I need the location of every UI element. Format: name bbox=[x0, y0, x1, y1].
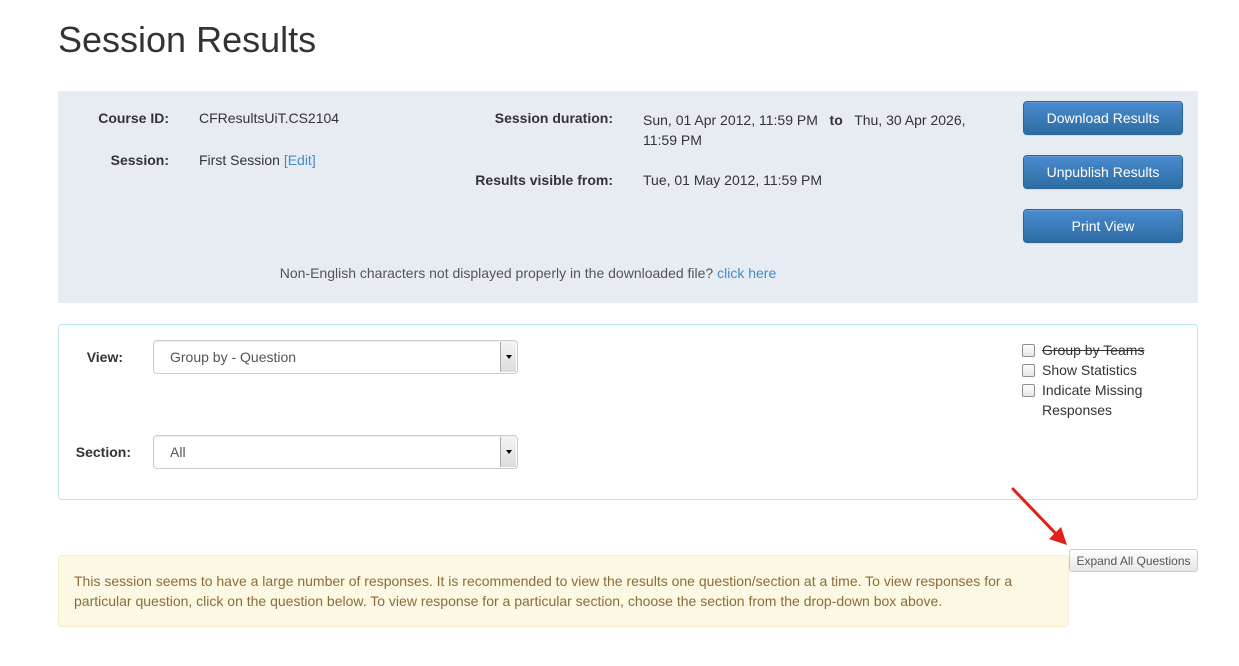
section-label: Section: bbox=[75, 444, 131, 460]
chevron-down-icon[interactable] bbox=[500, 342, 516, 372]
visible-from-value: Tue, 01 May 2012, 11:59 PM bbox=[643, 172, 822, 188]
session-name: First Session bbox=[199, 152, 280, 168]
duration-end-time: 11:59 PM bbox=[643, 132, 702, 148]
print-view-button[interactable]: Print View bbox=[1023, 209, 1183, 243]
session-label: Session: bbox=[110, 152, 169, 168]
duration-start: Sun, 01 Apr 2012, 11:59 PM bbox=[643, 112, 818, 128]
course-id-label: Course ID: bbox=[98, 110, 169, 126]
expand-all-questions-button[interactable]: Expand All Questions bbox=[1069, 549, 1198, 572]
group-by-teams-label: Group by Teams bbox=[1042, 342, 1145, 358]
page-title: Session Results bbox=[58, 19, 317, 60]
unpublish-results-button[interactable]: Unpublish Results bbox=[1023, 155, 1183, 189]
duration-end: Thu, 30 Apr 2026, bbox=[854, 112, 966, 128]
session-info-panel: Course ID: CFResultsUiT.CS2104 Session: … bbox=[58, 91, 1198, 303]
large-responses-alert: This session seems to have a large numbe… bbox=[58, 555, 1069, 627]
course-id-value: CFResultsUiT.CS2104 bbox=[199, 110, 340, 126]
encoding-help-link[interactable]: click here bbox=[717, 265, 776, 281]
annotation-arrow-icon bbox=[1011, 487, 1067, 545]
view-label: View: bbox=[86, 349, 123, 365]
show-statistics-checkbox[interactable] bbox=[1022, 364, 1035, 377]
duration-value: Sun, 01 Apr 2012, 11:59 PM to Thu, 30 Ap… bbox=[643, 110, 993, 150]
download-results-button[interactable]: Download Results bbox=[1023, 101, 1183, 135]
indicate-missing-label-cont: Responses bbox=[1042, 402, 1113, 418]
indicate-missing-checkbox[interactable] bbox=[1022, 384, 1035, 397]
section-select-value: All bbox=[170, 444, 186, 460]
section-select[interactable]: All bbox=[153, 435, 518, 469]
results-filter-panel: View: Group by - Question Section: All G… bbox=[58, 324, 1198, 500]
encoding-note: Non-English characters not displayed pro… bbox=[58, 265, 998, 281]
duration-to: to bbox=[829, 112, 843, 128]
show-statistics-label: Show Statistics bbox=[1042, 362, 1137, 378]
encoding-note-text: Non-English characters not displayed pro… bbox=[279, 265, 714, 281]
group-by-teams-checkbox[interactable] bbox=[1022, 344, 1035, 357]
alert-line-2: particular question, click on the questi… bbox=[74, 593, 943, 609]
session-value-wrap: First Session [Edit] bbox=[199, 152, 316, 168]
view-select-value: Group by - Question bbox=[170, 349, 297, 365]
indicate-missing-label: Indicate Missing bbox=[1042, 382, 1143, 398]
view-select[interactable]: Group by - Question bbox=[153, 340, 518, 374]
edit-session-link[interactable]: [Edit] bbox=[284, 152, 316, 168]
duration-label: Session duration: bbox=[494, 110, 613, 126]
chevron-down-icon[interactable] bbox=[500, 437, 516, 467]
alert-line-1: This session seems to have a large numbe… bbox=[74, 573, 1013, 589]
visible-from-label: Results visible from: bbox=[475, 172, 613, 188]
